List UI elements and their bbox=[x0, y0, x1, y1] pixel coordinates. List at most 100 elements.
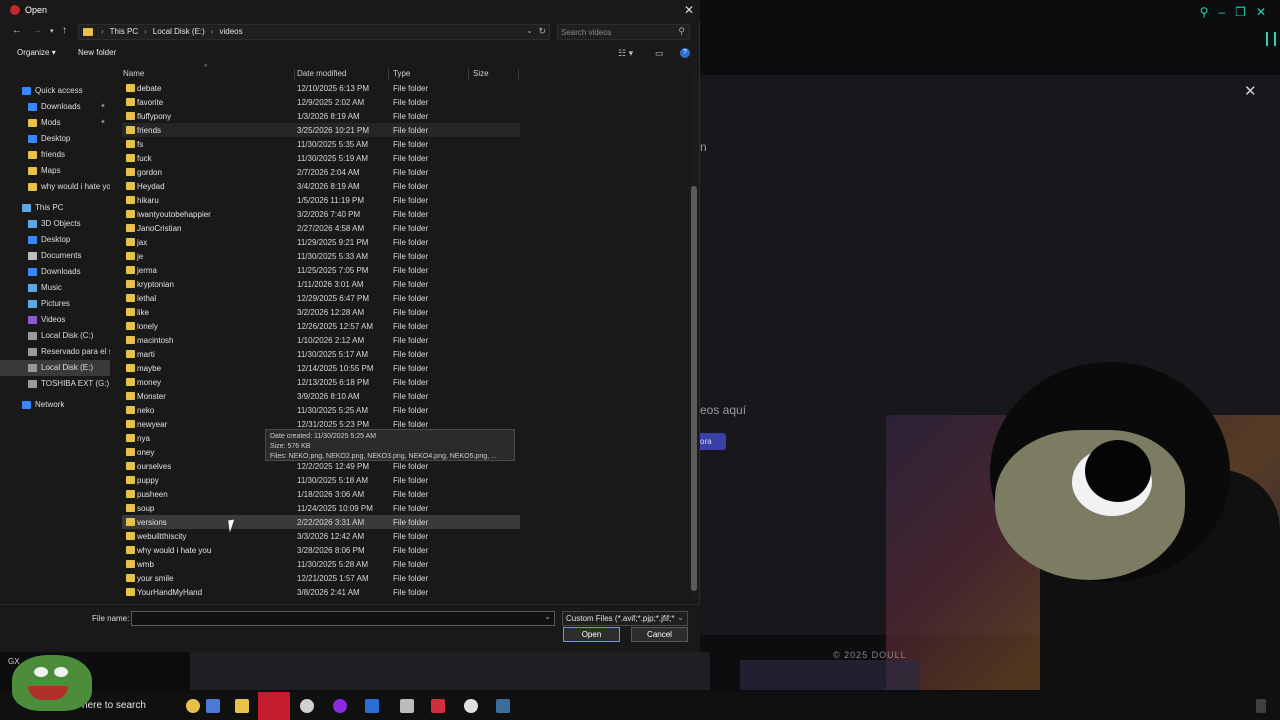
file-row[interactable]: jerma 11/25/2025 7:05 PM File folder bbox=[122, 263, 520, 277]
file-row[interactable]: like 3/2/2026 12:28 AM File folder bbox=[122, 305, 520, 319]
file-row[interactable]: why would i hate you 3/28/2026 8:06 PM Fil… bbox=[122, 543, 520, 557]
file-row[interactable]: macintosh 1/10/2026 2:12 AM File folder bbox=[122, 333, 520, 347]
up-arrow-icon[interactable]: ↑ bbox=[62, 25, 67, 36]
refresh-icon[interactable]: ↻ bbox=[538, 26, 546, 37]
opera-gx-icon[interactable] bbox=[464, 699, 478, 713]
nav-item[interactable]: Network bbox=[0, 397, 110, 413]
nav-item[interactable]: Music bbox=[0, 280, 110, 296]
nav-item[interactable]: friends bbox=[0, 147, 110, 163]
file-row[interactable]: wmb 11/30/2025 5:28 AM File folder bbox=[122, 557, 520, 571]
column-divider[interactable] bbox=[468, 68, 469, 80]
file-type-filter[interactable]: Custom Files (*.avif;*.pjp;*.jfif;* ⌄ bbox=[562, 611, 688, 626]
file-row[interactable]: hikaru 1/5/2026 11:19 PM File folder bbox=[122, 193, 520, 207]
steam-icon[interactable] bbox=[365, 699, 379, 713]
nav-item[interactable]: Quick access bbox=[0, 83, 110, 99]
file-name-field[interactable]: ⌄ bbox=[131, 611, 555, 626]
file-row[interactable]: gordon 2/7/2026 2:04 AM File folder bbox=[122, 165, 520, 179]
active-app-tile[interactable] bbox=[258, 692, 290, 720]
file-row[interactable]: marti 11/30/2025 5:17 AM File folder bbox=[122, 347, 520, 361]
file-row[interactable]: puppy 11/30/2025 5:18 AM File folder bbox=[122, 473, 520, 487]
background-window-controls[interactable]: ⚲ – ❐ ✕ bbox=[1200, 5, 1266, 19]
nav-item[interactable]: This PC bbox=[0, 200, 110, 216]
browser-icon[interactable] bbox=[300, 699, 314, 713]
app-icon[interactable] bbox=[496, 699, 510, 713]
file-row[interactable]: jax 11/29/2025 9:21 PM File folder bbox=[122, 235, 520, 249]
nav-item[interactable]: Mods ✦ bbox=[0, 115, 110, 131]
valorant-icon[interactable] bbox=[431, 699, 445, 713]
file-row[interactable]: Monster 3/9/2026 8:10 AM File folder bbox=[122, 389, 520, 403]
file-row[interactable]: pusheen 1/18/2026 3:06 AM File folder bbox=[122, 487, 520, 501]
column-header-date[interactable]: Date modified bbox=[297, 69, 346, 78]
file-row[interactable]: JanoCristian 2/27/2026 4:58 AM File folder bbox=[122, 221, 520, 235]
open-button[interactable]: Open bbox=[563, 627, 620, 642]
nav-item[interactable]: Videos bbox=[0, 312, 110, 328]
nav-item[interactable]: Downloads ✦ bbox=[0, 99, 110, 115]
nav-item[interactable]: Pictures bbox=[0, 296, 110, 312]
file-row[interactable]: webuiltthiscity 3/3/2026 12:42 AM File fol… bbox=[122, 529, 520, 543]
cancel-button[interactable]: Cancel bbox=[631, 627, 688, 642]
column-header-type[interactable]: Type bbox=[393, 69, 410, 78]
file-row[interactable]: versions 2/22/2026 3:31 AM File folder bbox=[122, 515, 520, 529]
nav-item[interactable]: TOSHIBA EXT (G:) bbox=[0, 376, 110, 392]
close-icon[interactable]: ✕ bbox=[1256, 5, 1266, 19]
search-box[interactable]: ⚲ bbox=[557, 24, 690, 40]
chevron-down-icon[interactable]: ▾ bbox=[50, 27, 54, 35]
breadcrumb-item[interactable]: Local Disk (E:) bbox=[153, 27, 205, 36]
column-header-size[interactable]: Size bbox=[473, 69, 489, 78]
file-explorer-icon[interactable] bbox=[235, 699, 249, 713]
breadcrumb-item[interactable]: videos bbox=[219, 27, 242, 36]
nav-item[interactable]: Downloads bbox=[0, 264, 110, 280]
file-row[interactable]: friends 3/25/2026 10:21 PM File folder bbox=[122, 123, 520, 137]
file-row[interactable]: neko 11/30/2025 5:25 AM File folder bbox=[122, 403, 520, 417]
file-row[interactable]: Heydad 3/4/2026 8:19 AM File folder bbox=[122, 179, 520, 193]
nav-item[interactable]: Maps bbox=[0, 163, 110, 179]
back-arrow-icon[interactable]: ← bbox=[12, 25, 22, 36]
chevron-down-icon[interactable]: ⌄ bbox=[526, 26, 533, 35]
search-icon[interactable]: ⚲ bbox=[1200, 5, 1209, 19]
file-row[interactable]: lonely 12/26/2025 12:57 AM File folder bbox=[122, 319, 520, 333]
file-row[interactable]: kryptonian 1/11/2026 3:01 AM File folder bbox=[122, 277, 520, 291]
widget-icon[interactable] bbox=[206, 699, 220, 713]
taskbar-search[interactable]: here to search bbox=[82, 700, 146, 711]
file-row[interactable]: iwantyoutobehappier 3/2/2026 7:40 PM File … bbox=[122, 207, 520, 221]
search-icon[interactable]: ⚲ bbox=[678, 26, 685, 37]
file-row[interactable]: fluffypony 1/3/2026 8:19 AM File folder bbox=[122, 109, 520, 123]
organize-button[interactable]: Organize ▾ bbox=[17, 48, 56, 57]
sparkle-icon[interactable] bbox=[186, 699, 200, 713]
file-row[interactable]: fuck 11/30/2025 5:19 AM File folder bbox=[122, 151, 520, 165]
close-icon[interactable]: ✕ bbox=[1244, 82, 1257, 100]
file-row[interactable]: je 11/30/2025 5:33 AM File folder bbox=[122, 249, 520, 263]
view-options-icon[interactable]: ☷ ▾ bbox=[618, 48, 633, 59]
column-header-name[interactable]: Name bbox=[123, 69, 144, 78]
search-input[interactable] bbox=[561, 26, 671, 38]
dialog-titlebar[interactable]: Open ✕ bbox=[0, 0, 700, 21]
nav-item[interactable]: Desktop bbox=[0, 131, 110, 147]
forward-arrow-icon[interactable]: → bbox=[32, 25, 42, 36]
file-name-input[interactable] bbox=[134, 613, 534, 624]
nav-item[interactable]: Local Disk (E:) bbox=[0, 360, 110, 376]
restore-icon[interactable]: ❐ bbox=[1235, 5, 1246, 19]
file-row[interactable]: your smile 12/21/2025 1:57 AM File folder bbox=[122, 571, 520, 585]
new-folder-button[interactable]: New folder bbox=[78, 48, 116, 57]
address-bar[interactable]: › This PC › Local Disk (E:) › videos ⌄ ↻ bbox=[78, 24, 550, 40]
file-row[interactable]: fs 11/30/2025 5:35 AM File folder bbox=[122, 137, 520, 151]
help-icon[interactable]: ? bbox=[680, 48, 690, 58]
scrollbar[interactable] bbox=[690, 66, 698, 600]
nav-item[interactable]: why would i hate yo bbox=[0, 179, 110, 195]
file-row[interactable]: soup 11/24/2025 10:09 PM File folder bbox=[122, 501, 520, 515]
nav-item[interactable]: Reservado para el si bbox=[0, 344, 110, 360]
minimize-icon[interactable]: – bbox=[1218, 5, 1225, 19]
breadcrumb-item[interactable]: This PC bbox=[110, 27, 138, 36]
column-divider[interactable] bbox=[388, 68, 389, 80]
nav-item[interactable]: Desktop bbox=[0, 232, 110, 248]
file-row[interactable]: maybe 12/14/2025 10:55 PM File folder bbox=[122, 361, 520, 375]
chevron-down-icon[interactable]: ⌄ bbox=[544, 612, 551, 621]
column-divider[interactable] bbox=[518, 68, 519, 80]
game-icon[interactable] bbox=[400, 699, 414, 713]
pause-icon[interactable] bbox=[1266, 32, 1276, 46]
app-icon[interactable] bbox=[333, 699, 347, 713]
close-icon[interactable]: ✕ bbox=[684, 3, 694, 17]
nav-item[interactable]: Local Disk (C:) bbox=[0, 328, 110, 344]
column-divider[interactable] bbox=[294, 68, 295, 80]
file-row[interactable]: debate 12/10/2025 6:13 PM File folder bbox=[122, 81, 520, 95]
